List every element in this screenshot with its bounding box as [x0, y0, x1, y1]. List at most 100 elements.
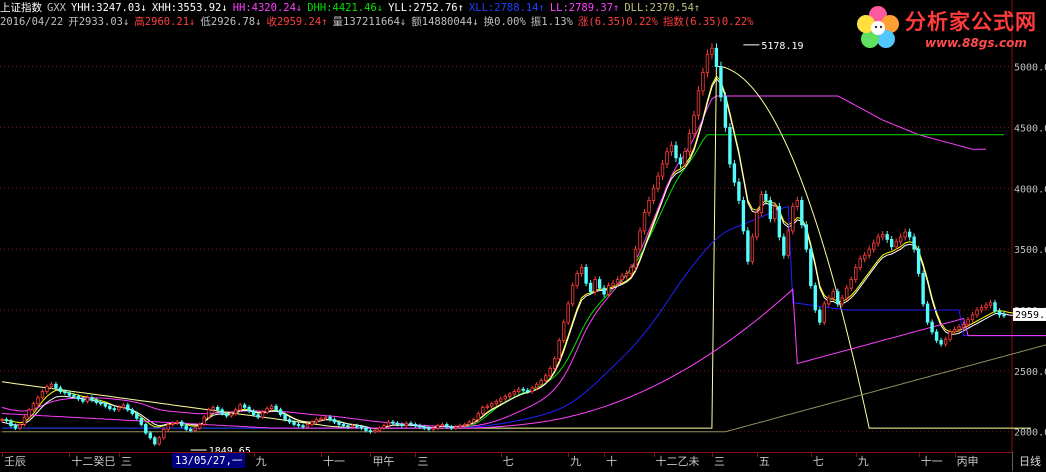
candle-body [364, 427, 368, 431]
candle-body [238, 404, 242, 411]
candle-body [153, 437, 157, 445]
candle-body [854, 266, 858, 280]
price-chart[interactable]: 2000.02500.03000.03500.04000.04500.05000… [0, 0, 1046, 471]
candle-body [588, 282, 593, 293]
x-tick-mark [370, 452, 372, 457]
candle-body [575, 273, 579, 287]
candle-body [224, 413, 229, 417]
line2-item: 开2933.03↓ [68, 16, 130, 28]
candle-body [818, 309, 822, 323]
candle-body [907, 231, 912, 238]
candle-body [81, 398, 85, 402]
cursor-date-label: 13/05/27,一 [172, 453, 246, 468]
candle-body [260, 411, 265, 418]
candle-body [476, 413, 480, 420]
candle-body [404, 422, 409, 427]
candle-body [889, 238, 894, 248]
x-tick-label: 十二乙未 [655, 455, 700, 468]
candle-body [880, 234, 885, 238]
candle-body [31, 403, 36, 411]
x-tick-mark [118, 452, 120, 457]
candle-body [845, 287, 849, 299]
x-tick-label: 十一 [920, 455, 943, 468]
x-tick-mark [711, 452, 713, 457]
x-tick-label: 七 [502, 455, 514, 468]
candle-body [606, 285, 611, 295]
line2-item: 量137211664↓ [332, 16, 407, 28]
candle-body [1002, 314, 1006, 317]
candle-body [287, 419, 292, 423]
candle-body [921, 273, 925, 305]
candle-body [103, 403, 108, 407]
candle-body [463, 424, 467, 427]
period-button[interactable]: 日线 [1012, 452, 1046, 471]
candle-body [903, 231, 907, 238]
candle-body [9, 420, 13, 427]
ohlc-info-row: 2016/04/22 开2933.03↓ 高2960.21↓ 低2926.78↓ 收29… [0, 15, 758, 29]
x-tick-label: 五 [758, 455, 770, 468]
line1-item: LL:2789.37↑ [549, 2, 620, 14]
candle-body [49, 383, 54, 388]
candle-body [849, 279, 853, 289]
current-price-label: 2959.2 [1015, 310, 1046, 321]
candle-body [701, 72, 705, 92]
candle-body [948, 331, 952, 340]
candle-body [687, 133, 692, 153]
candle-body [988, 302, 993, 306]
x-tick-mark [500, 452, 502, 457]
candle-body [193, 427, 197, 431]
candle-body [490, 403, 494, 407]
line2-item: 收2959.24↑ [266, 16, 328, 28]
line1-item: HH:4320.24↓ [232, 2, 303, 14]
candle-body [925, 303, 930, 323]
candle-body [4, 419, 9, 422]
candle-body [85, 397, 90, 402]
candle-body [678, 157, 683, 165]
y-tick-label: 2500.0 [1014, 367, 1046, 378]
x-tick-label: 九 [857, 455, 869, 468]
x-tick-label: 壬辰 [4, 455, 26, 468]
candle-body [130, 409, 135, 414]
candle-body [139, 417, 143, 425]
candle-body [368, 430, 373, 433]
candle-body [773, 206, 777, 220]
candle-body [22, 416, 27, 425]
candle-body [233, 409, 238, 414]
candle-body [561, 321, 566, 341]
candle-body [526, 389, 530, 392]
candle-body [957, 326, 961, 330]
y-axis-labels: 2000.02500.03000.03500.04000.04500.05000… [1013, 63, 1046, 439]
candle-body [117, 406, 121, 411]
candle-body [269, 405, 274, 410]
line2-item: 额14880044↓ [411, 16, 479, 28]
candle-body [809, 248, 813, 287]
candle-body [660, 163, 665, 177]
candle-body [54, 383, 58, 389]
candle-body [521, 388, 525, 391]
candle-body [256, 414, 260, 418]
candle-body [332, 419, 337, 423]
candle-body [0, 419, 4, 421]
logo-url: www.88gs.com [925, 36, 1027, 50]
candle-body [894, 241, 898, 248]
x-tick-label: 十 [606, 455, 618, 468]
candle-body [876, 236, 880, 244]
candle-body [912, 236, 916, 250]
line1-item: GXX [47, 2, 66, 14]
candle-body [472, 419, 476, 423]
line2-item: 指数(6.35)0.22% [662, 16, 754, 28]
candle-body [229, 413, 233, 417]
candle-body [36, 397, 40, 405]
line1-item: XHH:3553.92↓ [151, 2, 228, 14]
candle-body [341, 424, 346, 427]
candle-body [831, 291, 835, 299]
line2-item: 高2960.21↓ [134, 16, 196, 28]
line2-item: 振1.13% [530, 16, 573, 28]
candle-body [961, 324, 966, 328]
candle-body [292, 421, 296, 425]
candle-body [135, 413, 139, 419]
candle-body [121, 404, 126, 408]
x-tick-label: 三 [417, 455, 429, 468]
x-tick-label: 七 [812, 455, 824, 468]
candle-body [822, 303, 826, 323]
